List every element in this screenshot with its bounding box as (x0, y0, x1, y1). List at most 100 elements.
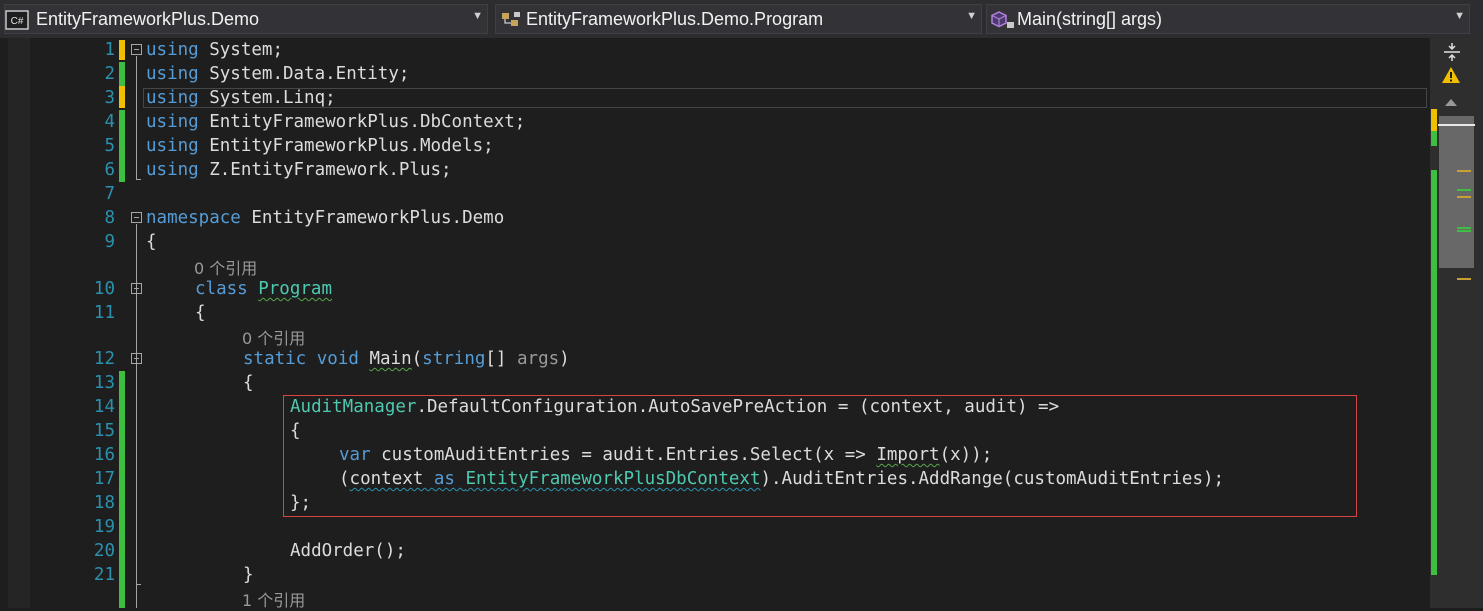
scroll-up-arrow-icon[interactable] (1443, 92, 1459, 111)
code-line[interactable]: static void Main(string[] args) (243, 347, 570, 371)
line-number: 13 (93, 373, 115, 393)
line-number: 7 (104, 184, 115, 204)
collapse-toggle-icon[interactable] (131, 212, 142, 223)
marker-line (1457, 227, 1471, 229)
code-editor[interactable]: 1 2 3 4 5 6 7 8 9 10 11 12 13 14 15 16 1… (0, 38, 1430, 611)
highlight-box (283, 395, 1357, 517)
line-number: 10 (93, 279, 115, 299)
code-text: System.Data.Entity; (198, 64, 410, 84)
keyword-token: void (316, 349, 359, 369)
caret-position-marker (1438, 124, 1475, 126)
line-number: 20 (93, 541, 115, 561)
type-label: EntityFrameworkPlus.Demo.Program (526, 9, 824, 29)
code-line[interactable]: namespace EntityFrameworkPlus.Demo (146, 206, 504, 230)
line-number: 2 (104, 64, 115, 84)
line-number: 17 (93, 469, 115, 489)
line-number: 3 (104, 88, 115, 108)
code-text: [] (485, 349, 517, 369)
csharp-project-icon: C# (5, 10, 29, 35)
line-number: 11 (93, 303, 115, 323)
code-line[interactable]: using System.Data.Entity; (146, 62, 409, 86)
code-line[interactable]: { (195, 301, 206, 325)
outline-guide (136, 584, 141, 585)
code-text: ) (559, 349, 570, 369)
svg-text:C#: C# (11, 16, 24, 27)
chevron-down-icon[interactable]: ▼ (472, 10, 483, 22)
code-line[interactable]: } (243, 563, 254, 587)
keyword-token: static (243, 349, 307, 369)
line-number: 1 (104, 40, 115, 60)
vertical-scrollbar[interactable] (1430, 38, 1483, 608)
code-line[interactable]: AddOrder(); (290, 539, 406, 563)
keyword-token: using (146, 112, 199, 132)
code-line[interactable]: class Program (195, 277, 332, 301)
scrollbar-thumb[interactable] (1439, 116, 1474, 268)
class-icon (500, 10, 522, 35)
code-text: EntityFrameworkPlus.Demo (240, 208, 505, 228)
outline-guide (136, 179, 141, 180)
codelens-references[interactable]: 0 个引用 (194, 255, 257, 279)
code-line[interactable]: using Z.EntityFramework.Plus; (146, 158, 452, 182)
change-marker-saved (119, 62, 125, 86)
navigation-bar: C# EntityFrameworkPlus.Demo ▼ EntityFram… (0, 0, 1483, 38)
code-text: { (195, 303, 206, 323)
code-text: AddOrder(); (290, 541, 406, 561)
code-text: EntityFrameworkPlus.DbContext; (198, 112, 526, 132)
member-dropdown[interactable]: Main(string[] args) ▼ (986, 4, 1470, 34)
code-line[interactable]: { (243, 371, 254, 395)
change-marker-unsaved (119, 86, 125, 108)
line-number: 14 (93, 397, 115, 417)
type-dropdown[interactable]: EntityFrameworkPlus.Demo.Program ▼ (495, 4, 982, 34)
keyword-token: using (146, 64, 199, 84)
collapse-toggle-icon[interactable] (131, 353, 142, 364)
marker-line (1457, 170, 1471, 172)
change-marker-unsaved (1431, 109, 1437, 131)
code-line[interactable]: using EntityFrameworkPlus.DbContext; (146, 110, 525, 134)
split-view-icon[interactable] (1442, 42, 1462, 66)
line-number: 19 (93, 517, 115, 537)
keyword-token: using (146, 136, 199, 156)
codelens-references[interactable]: 0 个引用 (242, 325, 305, 349)
code-text: EntityFrameworkPlus.Models; (198, 136, 494, 156)
line-number: 9 (104, 232, 115, 252)
code-text: { (243, 373, 254, 393)
line-number: 18 (93, 493, 115, 513)
change-marker-saved (1431, 131, 1437, 146)
chevron-down-icon[interactable]: ▼ (1454, 10, 1465, 22)
code-text: } (243, 565, 254, 585)
code-line[interactable]: { (146, 230, 157, 254)
keyword-token: using (146, 160, 199, 180)
code-line[interactable]: using System; (146, 38, 283, 62)
line-number: 6 (104, 160, 115, 180)
parameter-token: args (517, 349, 560, 369)
marker-line (1457, 230, 1471, 232)
change-marker-unsaved (119, 40, 125, 60)
warning-icon[interactable] (1441, 66, 1461, 88)
project-dropdown[interactable]: C# EntityFrameworkPlus.Demo ▼ (4, 4, 488, 34)
collapse-toggle-icon[interactable] (131, 44, 142, 55)
class-name-token: Program (258, 279, 332, 299)
member-label: Main(string[] args) (1017, 9, 1163, 29)
outline-guide (136, 56, 137, 179)
collapse-toggle-icon[interactable] (131, 283, 142, 294)
change-marker-saved (119, 371, 125, 608)
chevron-down-icon[interactable]: ▼ (966, 10, 977, 22)
code-line[interactable]: using EntityFrameworkPlus.Models; (146, 134, 494, 158)
keyword-token: string (422, 349, 486, 369)
code-text: ( (411, 349, 423, 369)
codelens-references[interactable]: 1 个引用 (242, 587, 305, 611)
line-number: 21 (93, 565, 115, 585)
change-marker-saved (119, 110, 125, 182)
code-text: System.Linq; (198, 88, 336, 108)
marker-line (1457, 196, 1471, 198)
code-line[interactable]: using System.Linq; (146, 86, 336, 110)
line-number: 12 (93, 349, 115, 369)
line-number: 15 (93, 421, 115, 441)
code-text: System; (198, 40, 283, 60)
keyword-token: namespace (146, 208, 241, 228)
line-number: 16 (93, 445, 115, 465)
marker-line (1457, 278, 1471, 280)
